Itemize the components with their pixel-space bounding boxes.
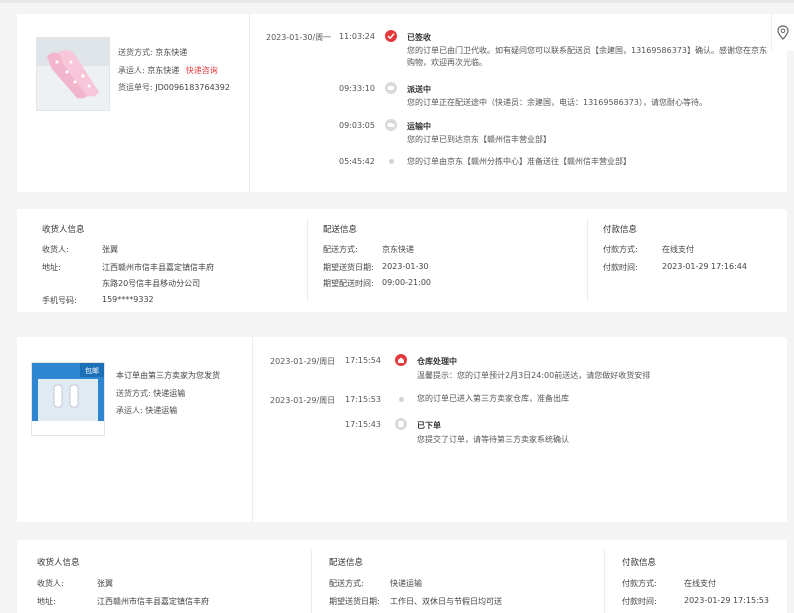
order-tracking-card-2: 包邮 本订单由第三方卖家为您发货 送货方式: 快递运输 承运人: 快递运输 20… — [17, 337, 787, 522]
timeline-date: 2023-01-29/周日 — [270, 396, 336, 405]
timeline-date: 2023-01-29/周日 — [270, 357, 336, 366]
receiver-name-value: 张翼 — [97, 579, 113, 588]
order-tracking-card-1: 送货方式: 京东快递 承运人: 京东快递 快递咨询 货运单号: JD009618… — [17, 14, 787, 192]
payment-time-label: 付款时间: — [622, 597, 657, 606]
expected-date-label: 期望送货日期: — [323, 263, 374, 272]
truck-icon — [385, 119, 397, 131]
carrier-row: 承运人: 快递运输 — [116, 405, 177, 416]
card-divider — [252, 337, 253, 522]
delivery-info-title: 配送信息 — [323, 225, 358, 235]
receiver-name-label: 收货人: — [42, 245, 69, 254]
timeline-status-signed: 已签收 — [407, 33, 431, 42]
timeline-desc: 温馨提示：您的订单预计2月3日24:00前送达，请您做好收货安排 — [417, 371, 651, 380]
payment-info-title: 付款信息 — [603, 225, 638, 235]
expected-date-label: 期望送货日期: — [329, 597, 380, 606]
timeline-time: 17:15:43 — [345, 420, 381, 429]
section-divider — [311, 550, 312, 613]
location-pin-icon — [777, 25, 789, 40]
timeline-desc: 您的订单由京东【赣州分拣中心】准备送往【赣州信丰营业部】 — [407, 157, 631, 166]
timeline-time: 05:45:42 — [339, 157, 375, 166]
timeline-desc: 您的订单正在配送途中（快递员：余建国，电话：13169586373），请您耐心等… — [407, 98, 707, 107]
product-thumbnail-gloves[interactable] — [36, 37, 110, 111]
timeline-desc: 您的订单已到达京东【赣州信丰营业部】 — [407, 135, 551, 144]
address-label: 地址: — [37, 597, 56, 606]
timeline-date: 2023-01-30/周一 — [266, 33, 332, 42]
product-thumbnail-hooks[interactable]: 包邮 — [31, 362, 105, 436]
receiver-name-value: 张翼 — [102, 245, 118, 254]
section-divider — [587, 219, 588, 301]
gloves-image — [37, 38, 109, 110]
phone-value: 159****9332 — [102, 295, 154, 304]
delivery-method-row: 送货方式: 京东快递 — [118, 47, 187, 58]
section-divider — [307, 219, 308, 301]
third-party-note: 本订单由第三方卖家为您发货 — [116, 371, 220, 380]
delivery-method-label: 配送方式: — [329, 579, 364, 588]
timeline-desc: 您的订单已由门卫代收。如有疑问您可以联系配送员【余建国，13169586373】… — [407, 46, 767, 67]
carrier-value: 快递运输 — [145, 406, 178, 415]
carrier-label: 承运人: — [118, 66, 145, 75]
delivery-method-value: 京东快递 — [382, 245, 414, 254]
timeline-dot — [389, 159, 394, 164]
payment-method-value: 在线支付 — [684, 579, 716, 588]
free-shipping-badge: 包邮 — [85, 366, 99, 375]
top-border — [0, 0, 794, 3]
timeline-dot — [399, 397, 404, 402]
carrier-row: 承运人: 京东快递 快递咨询 — [118, 65, 218, 76]
delivery-method-label: 送货方式: — [116, 389, 151, 398]
address-line-1: 江西赣州市信丰县嘉定镇信丰府 — [102, 263, 214, 272]
payment-method-label: 付款方式: — [622, 579, 657, 588]
receiver-name-label: 收货人: — [37, 579, 64, 588]
express-inquiry-link[interactable]: 快递咨询 — [186, 66, 218, 75]
expected-time-value: 09:00-21:00 — [382, 278, 431, 287]
delivery-method-label: 配送方式: — [323, 245, 358, 254]
timeline-time: 09:03:05 — [339, 121, 375, 130]
tracking-number-row: 货运单号: JD0096183764392 — [118, 82, 230, 93]
timeline-time: 09:33:10 — [339, 84, 375, 93]
timeline-status-in-transit: 运输中 — [407, 122, 431, 131]
timeline-time: 17:15:54 — [345, 356, 381, 365]
order-placed-icon — [395, 418, 407, 430]
payment-method-label: 付款方式: — [603, 245, 638, 254]
warehouse-icon — [395, 354, 407, 366]
hooks-image: 包邮 — [32, 363, 104, 435]
expected-time-label: 期望配送时间: — [323, 279, 374, 288]
delivery-info-title: 配送信息 — [329, 558, 364, 568]
timeline-desc: 您提交了订单，请等待第三方卖家系统确认 — [417, 435, 569, 444]
address-label: 地址: — [42, 263, 61, 272]
delivery-method-value: 京东快递 — [155, 48, 188, 57]
timeline-time: 17:15:53 — [345, 395, 381, 404]
expected-date-value: 工作日、双休日与节假日均可送 — [390, 597, 502, 606]
carrier-value: 京东快递 — [147, 66, 180, 75]
delivery-method-value: 快递运输 — [390, 579, 422, 588]
timeline-status-delivering: 派送中 — [407, 85, 431, 94]
tracking-number-value: JD0096183764392 — [155, 83, 230, 92]
carrier-label: 承运人: — [116, 406, 143, 415]
delivery-method-row: 送货方式: 快递运输 — [116, 388, 185, 399]
order-info-card-1: 收货人信息 收货人: 张翼 地址: 江西赣州市信丰县嘉定镇信丰府 东路20号信丰… — [17, 209, 787, 312]
order-info-card-2: 收货人信息 收货人: 张翼 地址: 江西赣州市信丰县嘉定镇信丰府 配送信息 配送… — [17, 540, 787, 613]
timeline-status-processing: 仓库处理中 — [417, 357, 457, 366]
check-icon — [385, 30, 397, 42]
delivery-method-label: 送货方式: — [118, 48, 153, 57]
payment-method-value: 在线支付 — [662, 245, 694, 254]
timeline-time: 11:03:24 — [339, 32, 375, 41]
payment-info-title: 付款信息 — [622, 558, 657, 568]
timeline-desc: 您的订单已进入第三方卖家仓库，准备出库 — [417, 394, 569, 403]
tracking-number-label: 货运单号: — [118, 83, 153, 92]
phone-label: 手机号码: — [42, 296, 77, 305]
receiver-info-title: 收货人信息 — [37, 558, 80, 568]
delivery-method-value: 快递运输 — [153, 389, 186, 398]
card-divider — [249, 14, 250, 192]
expected-date-value: 2023-01-30 — [382, 262, 429, 271]
location-float-button[interactable] — [771, 14, 794, 51]
payment-time-value: 2023-01-29 17:15:53 — [684, 596, 769, 605]
address-line-2: 东路20号信丰县移动分公司 — [102, 279, 201, 288]
payment-time-value: 2023-01-29 17:16:44 — [662, 262, 747, 271]
address-line-1: 江西赣州市信丰县嘉定镇信丰府 — [97, 597, 209, 606]
section-divider — [604, 550, 605, 613]
payment-time-label: 付款时间: — [603, 263, 638, 272]
timeline-status-ordered: 已下单 — [417, 421, 441, 430]
delivery-icon — [385, 82, 397, 94]
receiver-info-title: 收货人信息 — [42, 225, 85, 235]
